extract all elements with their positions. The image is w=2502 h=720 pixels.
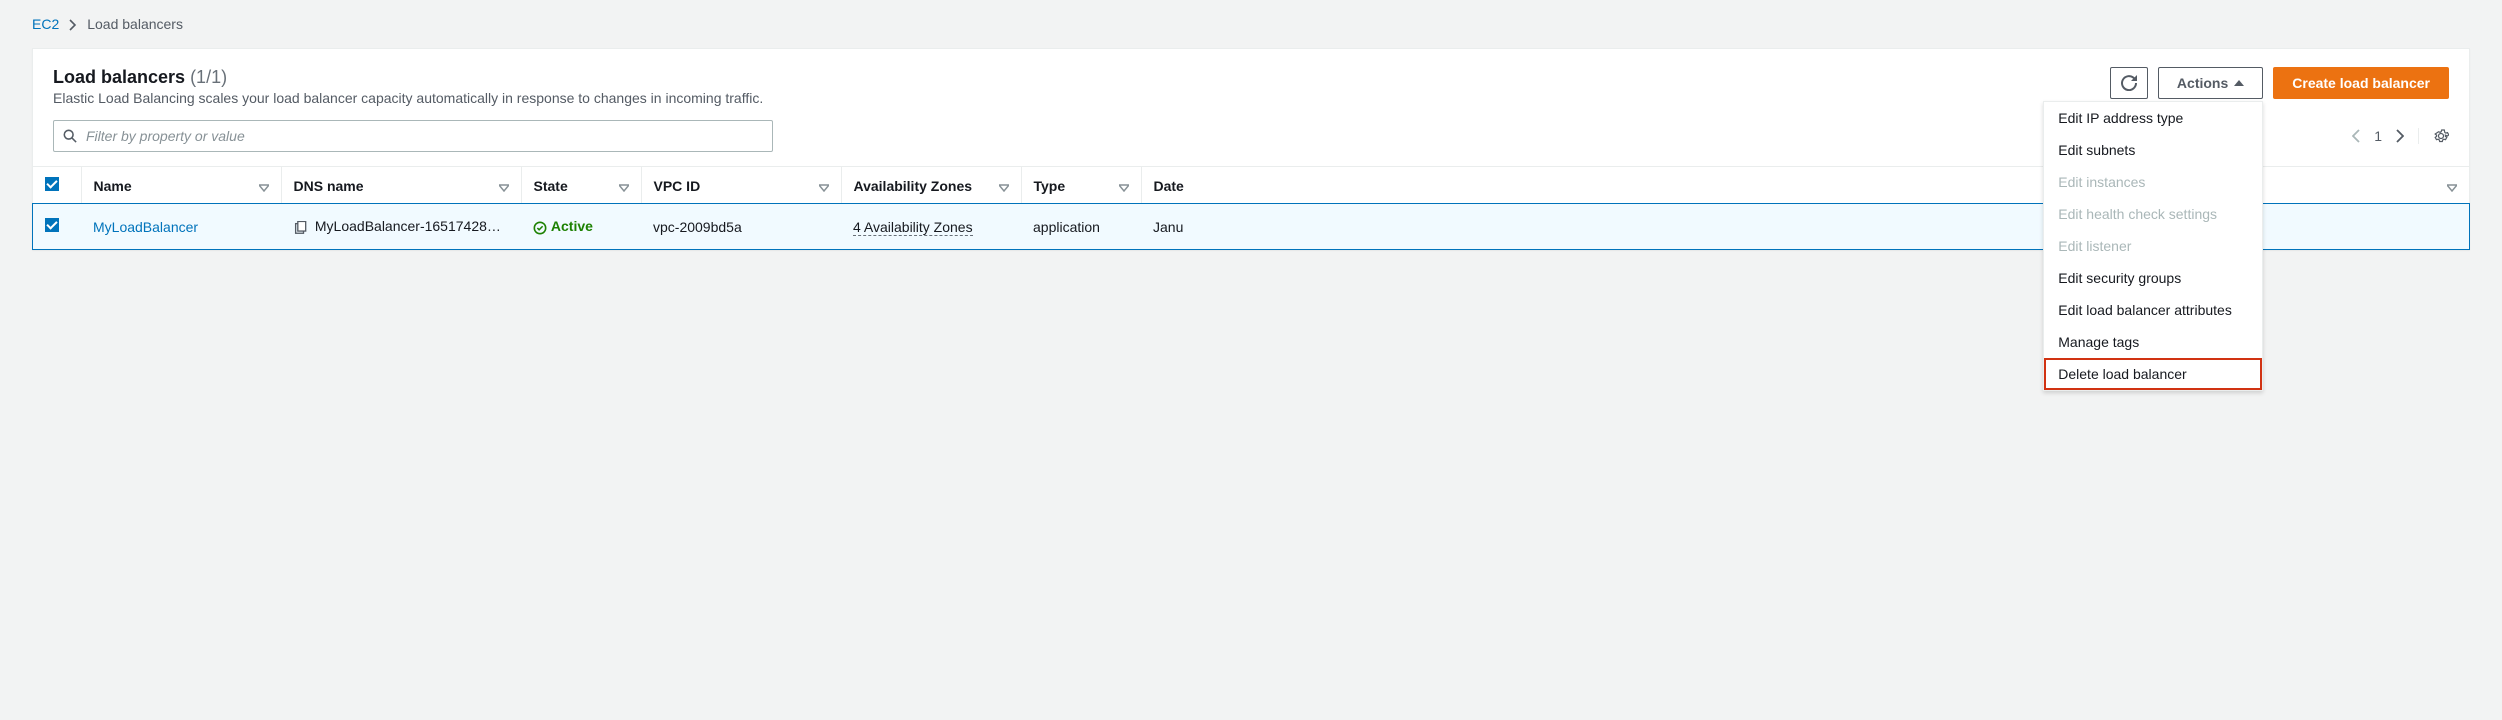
menu-edit-subnets[interactable]: Edit subnets (2044, 134, 2262, 166)
menu-edit-security-groups[interactable]: Edit security groups (2044, 262, 2262, 294)
title-text: Load balancers (53, 67, 185, 87)
menu-edit-ip[interactable]: Edit IP address type (2044, 102, 2262, 134)
col-state-label: State (534, 178, 568, 194)
status-icon (533, 218, 551, 234)
col-vpc[interactable]: VPC ID (641, 167, 841, 205)
page-title: Load balancers (1/1) (53, 67, 2110, 88)
pager-prev[interactable] (2352, 129, 2360, 143)
lb-state: Active (551, 218, 593, 234)
col-az-label: Availability Zones (854, 178, 973, 194)
menu-edit-attributes[interactable]: Edit load balancer attributes (2044, 294, 2262, 326)
sort-icon (2447, 178, 2457, 194)
chevron-right-icon (69, 16, 77, 32)
search-icon (63, 129, 77, 143)
page-subtitle: Elastic Load Balancing scales your load … (53, 90, 2110, 106)
menu-manage-tags[interactable]: Manage tags (2044, 326, 2262, 358)
col-type-label: Type (1034, 178, 1066, 194)
settings-button[interactable] (2418, 128, 2449, 144)
menu-edit-instances: Edit instances (2044, 166, 2262, 198)
title-count: (1/1) (190, 67, 227, 87)
create-load-balancer-button[interactable]: Create load balancer (2273, 67, 2449, 99)
col-az[interactable]: Availability Zones (841, 167, 1021, 205)
pager-next[interactable] (2396, 129, 2404, 143)
lb-dns-name: MyLoadBalancer-16517428… (315, 218, 501, 234)
col-dns[interactable]: DNS name (281, 167, 521, 205)
row-checkbox[interactable] (45, 218, 59, 232)
col-name-label: Name (94, 178, 132, 194)
menu-delete-load-balancer[interactable]: Delete load balancer (2044, 358, 2262, 390)
menu-edit-health-check: Edit health check settings (2044, 198, 2262, 230)
breadcrumb-current: Load balancers (87, 16, 183, 32)
sort-icon (999, 178, 1009, 194)
sort-icon (259, 178, 269, 194)
col-dns-label: DNS name (294, 178, 364, 194)
sort-icon (819, 178, 829, 194)
refresh-button[interactable] (2110, 67, 2148, 99)
col-state[interactable]: State (521, 167, 641, 205)
actions-dropdown: Edit IP address type Edit subnets Edit i… (2043, 101, 2263, 391)
col-date-label: Date (1154, 178, 1184, 194)
actions-button[interactable]: Actions (2158, 67, 2263, 99)
caret-up-icon (2234, 80, 2244, 86)
col-date[interactable]: Date (1141, 167, 2469, 205)
col-checkbox[interactable] (33, 167, 81, 205)
lb-type: application (1033, 219, 1100, 235)
actions-label: Actions (2177, 75, 2228, 91)
refresh-icon (2121, 75, 2137, 91)
sort-icon (1119, 178, 1129, 194)
breadcrumb-root-link[interactable]: EC2 (32, 16, 59, 32)
pager-page: 1 (2374, 128, 2382, 144)
sort-icon (499, 178, 509, 194)
col-vpc-label: VPC ID (654, 178, 701, 194)
load-balancers-panel: Load balancers (1/1) Elastic Load Balanc… (32, 48, 2470, 250)
col-name[interactable]: Name (81, 167, 281, 205)
search-input[interactable] (53, 120, 773, 152)
menu-edit-listener: Edit listener (2044, 230, 2262, 262)
breadcrumb: EC2 Load balancers (0, 0, 2502, 40)
lb-vpc-id: vpc-2009bd5a (653, 219, 742, 235)
sort-icon (619, 178, 629, 194)
copy-icon[interactable] (293, 218, 311, 234)
gear-icon (2433, 128, 2449, 144)
col-type[interactable]: Type (1021, 167, 1141, 205)
lb-date: Janu (1153, 219, 1183, 235)
select-all-checkbox[interactable] (45, 177, 59, 191)
lb-name-link[interactable]: MyLoadBalancer (93, 219, 198, 235)
lb-az[interactable]: 4 Availability Zones (853, 219, 973, 236)
